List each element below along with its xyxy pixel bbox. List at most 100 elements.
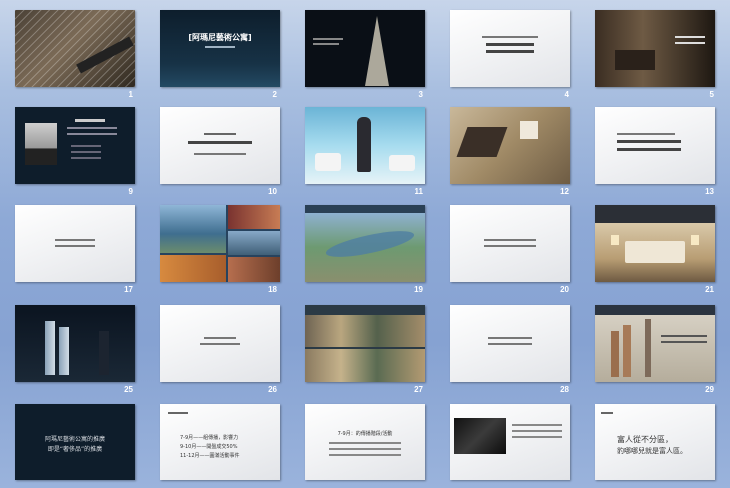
slide-text-bar [486, 43, 534, 46]
person-image [357, 117, 371, 172]
city-photo [228, 205, 280, 229]
slide-text-bar [71, 151, 101, 153]
slide-number: 1 [128, 90, 133, 99]
city-photo [228, 231, 280, 255]
slide-text-bar [486, 50, 534, 53]
tower-image [45, 321, 55, 375]
lamp-image [611, 235, 619, 245]
slide-text-bar [661, 335, 707, 337]
sculpture-image [456, 127, 508, 157]
slide-title: [阿瑪尼藝術公寓] [188, 33, 252, 42]
slide-thumbnail[interactable] [160, 107, 280, 184]
slide-thumbnail[interactable]: 7-9月：的傳播階段/活動 [305, 404, 425, 480]
slide-text-bar [512, 430, 562, 432]
slide-text-bar [488, 337, 532, 339]
slide-number: 25 [124, 385, 133, 394]
tower-image [365, 16, 389, 86]
slide-title: 7-9月：的傳播階段/活動 [337, 431, 393, 437]
slide-text-bar [601, 412, 613, 414]
slide-text-bar [75, 119, 105, 122]
slide-text-bar [55, 239, 95, 241]
slide-text: 豹哪哪兒就是富人區。 [617, 447, 687, 455]
slide-text-bar [329, 448, 401, 450]
slide-text: 即是“奢侈品”的推廣 [47, 446, 103, 453]
slide-thumbnail[interactable]: 7-9月——組傳播，影響力 9-10月——開盤成交50% 11-12月——圓滿活… [160, 404, 280, 480]
slide-number: 29 [705, 385, 714, 394]
slide-text-bar [194, 153, 246, 155]
slide-text-bar [55, 245, 95, 247]
slide-text-bar [329, 454, 401, 456]
slide-thumbnail[interactable] [595, 10, 715, 87]
slide-thumbnail[interactable] [450, 107, 570, 184]
slide-thumbnail[interactable] [15, 205, 135, 282]
slide-thumbnail[interactable] [450, 205, 570, 282]
slide-number: 5 [709, 90, 714, 99]
slide-number: 13 [705, 187, 714, 196]
slide-thumbnail[interactable] [305, 10, 425, 87]
slide-thumbnail[interactable] [15, 107, 135, 184]
slide-number: 26 [268, 385, 277, 394]
slide-thumbnail[interactable] [450, 305, 570, 382]
slide-text-bar [67, 133, 117, 135]
city-photo [160, 255, 226, 282]
slide-number: 4 [564, 90, 569, 99]
slide-text-bar [482, 36, 538, 38]
slide-text-bar [512, 424, 562, 426]
slide-thumbnail[interactable] [450, 404, 570, 480]
slide-thumbnail[interactable] [160, 205, 280, 282]
slide-thumbnail[interactable] [305, 305, 425, 382]
sculpture-image [520, 121, 538, 139]
furniture-image [315, 153, 341, 171]
slide-thumbnail[interactable] [595, 305, 715, 382]
slide-number: 10 [268, 187, 277, 196]
furniture-image [389, 155, 415, 171]
slide-text-bar [71, 145, 101, 147]
lamp-image [691, 235, 699, 245]
slide-text-bar [204, 133, 236, 135]
slide-sorter: 1 [阿瑪尼藝術公寓] 2 3 4 5 9 10 11 12 13 17 18 … [0, 0, 730, 488]
slide-thumbnail[interactable]: 阿瑪尼藝術公寓的推廣 即是“奢侈品”的推廣 [15, 404, 135, 480]
bullet-item: 11-12月——圓滿活動事件 [180, 453, 240, 459]
slide-thumbnail[interactable] [160, 305, 280, 382]
slide-number: 27 [414, 385, 423, 394]
slide-thumbnail[interactable] [305, 107, 425, 184]
slide-number: 28 [560, 385, 569, 394]
slide-thumbnail[interactable] [450, 10, 570, 87]
slide-thumbnail[interactable] [305, 205, 425, 282]
slide-number: 11 [414, 187, 423, 196]
slide-text-bar [313, 38, 343, 40]
slide-thumbnail[interactable] [15, 10, 135, 87]
slide-thumbnail[interactable] [595, 205, 715, 282]
slide-number: 2 [272, 90, 277, 99]
slide-text-bar [675, 42, 705, 44]
street-photo [305, 315, 425, 347]
slide-text-bar [313, 43, 339, 45]
slide-text-bar [67, 127, 117, 129]
video-frame [454, 418, 506, 454]
slide-subtitle-bar [205, 46, 235, 48]
slide-text-bar [168, 412, 188, 414]
slide-text-bar [617, 140, 681, 143]
slide-number: 20 [560, 285, 569, 294]
slide-number: 17 [124, 285, 133, 294]
tower-image [99, 331, 109, 375]
slide-text-bar [71, 157, 101, 159]
street-photo [305, 349, 425, 382]
slide-text-bar [188, 141, 252, 144]
city-photo [228, 257, 280, 282]
slide-text-bar [617, 133, 675, 135]
river-image [324, 225, 416, 263]
slide-thumbnail[interactable]: [阿瑪尼藝術公寓] [160, 10, 280, 87]
slide-text-bar [329, 442, 401, 444]
slide-number: 9 [128, 187, 133, 196]
slide-thumbnail[interactable] [15, 305, 135, 382]
tower-image [645, 319, 651, 377]
slide-thumbnail[interactable] [595, 107, 715, 184]
slide-number: 3 [418, 90, 423, 99]
slide-text: 富人從不分區， [617, 435, 673, 444]
slide-text-bar [484, 245, 536, 247]
slide-number: 18 [268, 285, 277, 294]
slide-thumbnail[interactable]: 富人從不分區， 豹哪哪兒就是富人區。 [595, 404, 715, 480]
slide-text-bar [204, 337, 236, 339]
bullet-item: 7-9月——組傳播，影響力 [180, 435, 239, 441]
